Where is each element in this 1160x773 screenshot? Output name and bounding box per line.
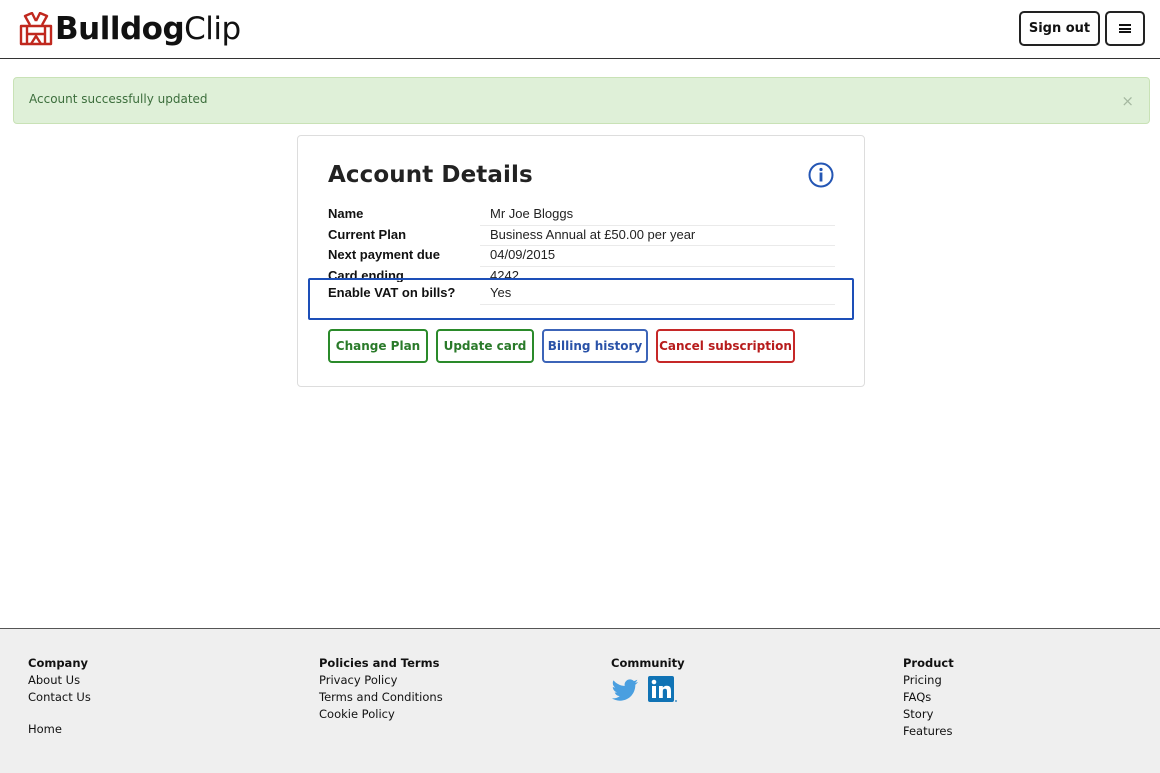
vat-row-highlight (308, 278, 854, 320)
logo-text-light: Clip (184, 11, 241, 47)
footer-link-home[interactable]: Home (28, 721, 91, 738)
site-header: Bulldog Clip Sign out (0, 0, 1160, 59)
site-footer: Company About Us Contact Us Home Policie… (0, 628, 1160, 773)
footer-heading: Product (903, 656, 954, 670)
alert-message: Account successfully updated (29, 92, 208, 106)
footer-heading: Policies and Terms (319, 656, 440, 670)
footer-community: Community (611, 655, 685, 704)
footer-link-contact-us[interactable]: Contact Us (28, 689, 91, 706)
footer-link-terms[interactable]: Terms and Conditions (319, 689, 443, 706)
footer-link-pricing[interactable]: Pricing (903, 672, 954, 689)
account-details-card: Account Details Name Mr Joe Bloggs Curre… (297, 135, 865, 387)
footer-heading: Community (611, 656, 685, 670)
twitter-icon[interactable] (611, 679, 639, 701)
cancel-subscription-button[interactable]: Cancel subscription (656, 329, 795, 363)
detail-label: Next payment due (328, 247, 440, 262)
linkedin-icon[interactable] (648, 676, 678, 704)
detail-row-plan: Current Plan Business Annual at £50.00 p… (328, 227, 835, 248)
footer-policies: Policies and Terms Privacy Policy Terms … (319, 655, 443, 723)
footer-link-privacy-policy[interactable]: Privacy Policy (319, 672, 443, 689)
detail-row-name: Name Mr Joe Bloggs (328, 206, 835, 227)
clip-logo-icon (19, 12, 53, 46)
detail-value: Mr Joe Bloggs (480, 206, 835, 226)
info-icon[interactable] (808, 162, 834, 188)
footer-link-faqs[interactable]: FAQs (903, 689, 954, 706)
footer-link-features[interactable]: Features (903, 723, 954, 740)
logo[interactable]: Bulldog Clip (19, 8, 241, 50)
logo-text-bold: Bulldog (55, 11, 185, 47)
footer-link-story[interactable]: Story (903, 706, 954, 723)
sign-out-button[interactable]: Sign out (1019, 11, 1100, 46)
detail-value: Business Annual at £50.00 per year (480, 227, 835, 246)
success-alert: Account successfully updated × (13, 77, 1150, 124)
hamburger-icon (1119, 24, 1131, 33)
footer-heading: Company (28, 656, 88, 670)
detail-label: Current Plan (328, 226, 407, 242)
change-plan-button[interactable]: Change Plan (328, 329, 428, 363)
billing-history-button[interactable]: Billing history (542, 329, 648, 363)
update-card-button[interactable]: Update card (436, 329, 534, 363)
menu-button[interactable] (1105, 11, 1145, 46)
account-actions: Change Plan Update card Billing history … (328, 329, 803, 363)
footer-link-cookie-policy[interactable]: Cookie Policy (319, 706, 443, 723)
footer-product: Product Pricing FAQs Story Features (903, 655, 954, 740)
detail-row-next-payment: Next payment due 04/09/2015 (328, 247, 835, 268)
footer-link-about-us[interactable]: About Us (28, 672, 91, 689)
close-icon[interactable]: × (1121, 92, 1134, 110)
detail-value: 04/09/2015 (480, 247, 835, 267)
detail-label: Name (328, 206, 364, 221)
social-links (611, 676, 685, 704)
footer-company: Company About Us Contact Us Home (28, 655, 91, 738)
page-title: Account Details (328, 162, 533, 188)
